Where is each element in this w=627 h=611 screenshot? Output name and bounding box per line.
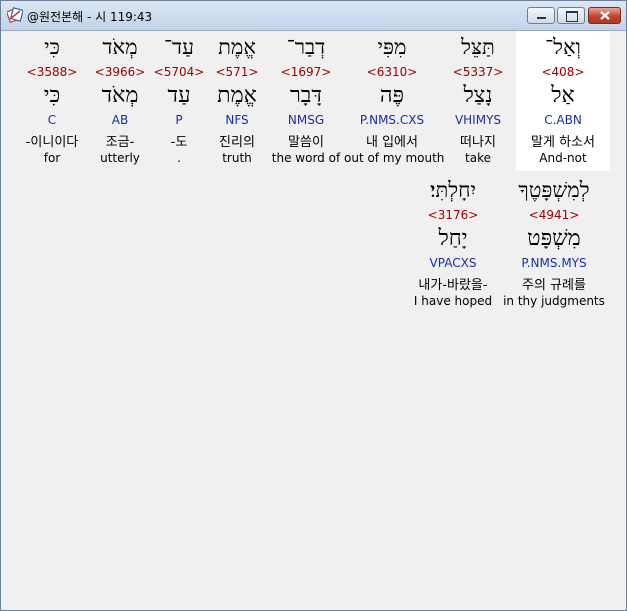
korean-gloss: -이니이다 bbox=[25, 135, 79, 150]
maximize-button[interactable] bbox=[557, 7, 585, 24]
english-gloss: truth bbox=[222, 151, 252, 165]
hebrew-word: אֱמֶת bbox=[218, 35, 256, 59]
word-column[interactable]: יִחָלְתִּי׃ <3176> יָחַל VPACXS 내가-바랐을- … bbox=[408, 174, 498, 314]
korean-gloss: 내가-바랐을- bbox=[418, 278, 488, 293]
hebrew-lemma: יָחַל bbox=[438, 226, 468, 251]
strong-number[interactable]: <5337> bbox=[442, 65, 514, 79]
korean-gloss: 내 입에서 bbox=[366, 135, 418, 150]
word-column[interactable]: וְאַל־ <408> אַל C.ABN 말게 하소서 And-not bbox=[516, 31, 610, 171]
window-title: @원전본해 - 시 119:43 bbox=[27, 10, 153, 24]
english-gloss: take bbox=[465, 151, 491, 165]
hebrew-word: תַּצֵּל bbox=[461, 35, 495, 59]
strong-number[interactable]: <5704> bbox=[152, 65, 206, 79]
maximize-icon bbox=[566, 11, 578, 22]
word-column[interactable]: תַּצֵּל <5337> נָצַל VHIMYS 떠나지 take bbox=[442, 31, 514, 171]
korean-gloss: -도 bbox=[170, 135, 188, 150]
korean-gloss: 말게 하소서 bbox=[531, 135, 595, 150]
morphology-code: P.NMS.CXS bbox=[359, 113, 425, 127]
korean-gloss: 말씀이 bbox=[288, 135, 324, 150]
english-gloss: the word of bbox=[271, 151, 341, 165]
minimize-button[interactable] bbox=[527, 7, 555, 24]
korean-gloss: 주의 규례를 bbox=[522, 278, 586, 293]
strong-number[interactable]: <3176> bbox=[408, 208, 498, 222]
strong-number[interactable]: <3588> bbox=[16, 65, 88, 79]
interlinear-view[interactable]: וְאַל־ <408> אַל C.ABN 말게 하소서 And-not תַ… bbox=[2, 31, 619, 605]
hebrew-lemma: אַל bbox=[551, 83, 575, 108]
morphology-code: P.NMS.MYS bbox=[521, 256, 587, 270]
word-column[interactable]: לְמִשְׁפָּטֶךָ <4941> מִשְׁפָּט P.NMS.MY… bbox=[502, 174, 606, 314]
english-gloss: And-not bbox=[539, 151, 587, 165]
word-column[interactable]: מְאֹד <3966> מְאֹד AB 조금- utterly bbox=[92, 31, 148, 171]
hebrew-lemma: פֶּה bbox=[379, 83, 405, 108]
close-icon bbox=[600, 11, 610, 20]
morphology-code: AB bbox=[111, 113, 129, 127]
app-window: @원전본해 - 시 119:43 וְאַל־ <408> אַל C.ABN … bbox=[0, 0, 627, 611]
hebrew-lemma: דָּבָר bbox=[290, 83, 322, 108]
hebrew-word: וְאַל־ bbox=[545, 35, 581, 59]
word-column[interactable]: מִפִּי <6310> פֶּה P.NMS.CXS 내 입에서 out o… bbox=[344, 31, 445, 171]
app-icon[interactable] bbox=[5, 7, 24, 24]
english-gloss: out of my mouth bbox=[344, 151, 445, 165]
strong-number[interactable]: <4941> bbox=[502, 208, 606, 222]
morphology-code: VPACXS bbox=[429, 256, 477, 270]
korean-gloss: 조금- bbox=[105, 135, 135, 150]
strong-number[interactable]: <1697> bbox=[270, 65, 342, 79]
hebrew-word: מְאֹד bbox=[102, 35, 138, 59]
strong-number[interactable]: <571> bbox=[208, 65, 266, 79]
english-gloss: I have hoped bbox=[413, 294, 493, 308]
verse-row: לְמִשְׁפָּטֶךָ <4941> מִשְׁפָּט P.NMS.MY… bbox=[2, 174, 619, 319]
morphology-code: C.ABN bbox=[544, 113, 582, 127]
morphology-code: VHIMYS bbox=[454, 113, 502, 127]
morphology-code: NMSG bbox=[287, 113, 325, 127]
hebrew-lemma: נָצַל bbox=[463, 83, 493, 108]
hebrew-word: כִּי bbox=[44, 35, 60, 59]
hebrew-lemma: אֱמֶת bbox=[217, 83, 257, 108]
hebrew-lemma: מְאֹד bbox=[101, 83, 139, 108]
hebrew-word: לְמִשְׁפָּטֶךָ bbox=[518, 178, 590, 202]
korean-gloss: 떠나지 bbox=[460, 135, 496, 150]
english-gloss: for bbox=[43, 151, 61, 165]
strong-number[interactable]: <6310> bbox=[344, 65, 440, 79]
close-button[interactable] bbox=[588, 7, 621, 24]
hebrew-lemma: עַד bbox=[167, 83, 191, 108]
hebrew-word: יִחָלְתִּי׃ bbox=[429, 178, 477, 202]
hebrew-word: עַד־ bbox=[163, 35, 195, 59]
word-column[interactable]: כִּי <3588> כִּי C -이니이다 for bbox=[16, 31, 88, 171]
word-column[interactable]: עַד־ <5704> עַד P -도 . bbox=[152, 31, 206, 171]
verse-row: וְאַל־ <408> אַל C.ABN 말게 하소서 And-not תַ… bbox=[2, 31, 619, 176]
english-gloss: utterly bbox=[100, 151, 140, 165]
hebrew-lemma: מִשְׁפָּט bbox=[527, 226, 581, 251]
minimize-icon bbox=[537, 17, 546, 19]
hebrew-lemma: כִּי bbox=[43, 83, 61, 108]
title-bar[interactable]: @원전본해 - 시 119:43 bbox=[1, 1, 626, 31]
strong-number[interactable]: <3966> bbox=[92, 65, 148, 79]
morphology-code: P bbox=[175, 113, 183, 127]
english-gloss: . bbox=[177, 151, 181, 165]
morphology-code: C bbox=[47, 113, 57, 127]
strong-number[interactable]: <408> bbox=[516, 65, 610, 79]
hebrew-word: מִפִּי bbox=[377, 35, 407, 59]
english-gloss: in thy judgments bbox=[503, 294, 605, 308]
word-column[interactable]: אֱמֶת <571> אֱמֶת NFS 진리의 truth bbox=[208, 31, 266, 171]
word-column[interactable]: דְבַר־ <1697> דָּבָר NMSG 말씀이 the word o… bbox=[270, 31, 342, 171]
morphology-code: NFS bbox=[225, 113, 249, 127]
hebrew-word: דְבַר־ bbox=[286, 35, 326, 59]
korean-gloss: 진리의 bbox=[219, 135, 255, 150]
